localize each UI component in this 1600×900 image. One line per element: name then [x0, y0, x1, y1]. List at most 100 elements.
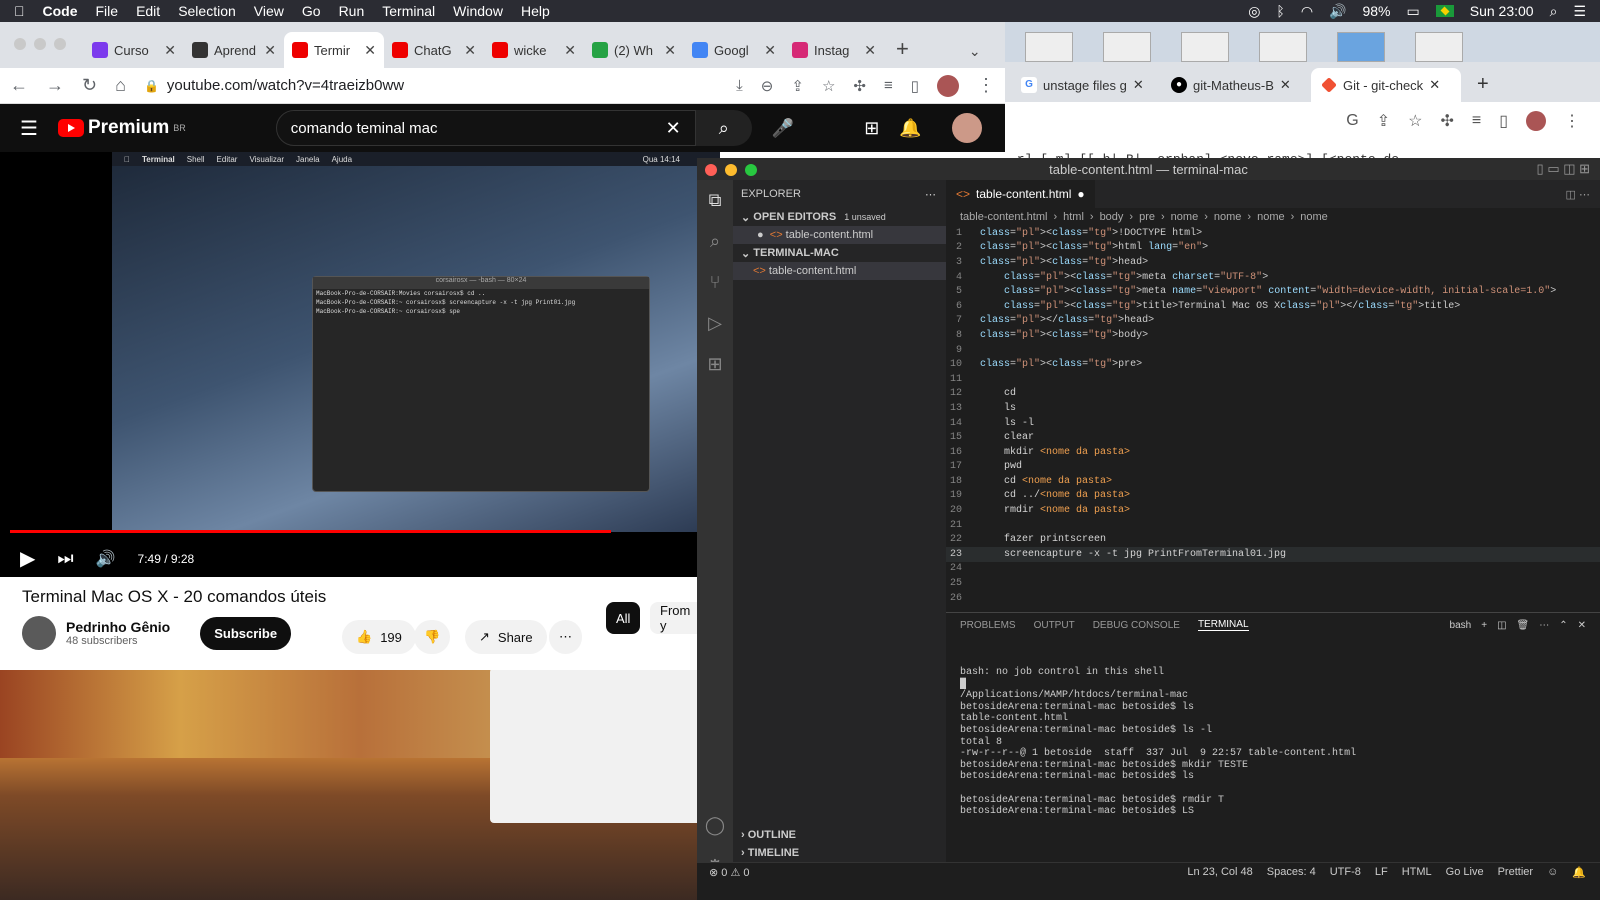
tab-search-icon[interactable]: ⌄: [969, 43, 981, 60]
menu-run[interactable]: Run: [339, 3, 365, 19]
thumbnail[interactable]: [1025, 32, 1073, 62]
forward-icon[interactable]: →: [46, 75, 64, 96]
tab-debug-console[interactable]: DEBUG CONSOLE: [1093, 620, 1180, 631]
flag-icon[interactable]: [1435, 5, 1454, 17]
file-tree-item[interactable]: <> table-content.html: [733, 262, 946, 280]
share-icon[interactable]: ⇪: [791, 77, 804, 95]
code-line[interactable]: 25: [946, 576, 1600, 591]
language-mode[interactable]: HTML: [1402, 866, 1432, 879]
close-icon[interactable]: ✕: [1429, 77, 1440, 93]
menu-app[interactable]: Code: [43, 3, 78, 19]
warnings-icon[interactable]: ⚠: [727, 866, 743, 879]
code-line[interactable]: 14 ls -l: [946, 416, 1600, 431]
code-editor[interactable]: 1 class="pl"><class="tg">!DOCTYPE html> 2 c…: [946, 226, 1600, 605]
menubar-clock[interactable]: Sun 23:00: [1470, 3, 1534, 19]
warning-count[interactable]: 0: [743, 867, 749, 879]
address-bar[interactable]: 🔒 youtube.com/watch?v=4traeizb0ww: [144, 77, 718, 94]
youtube-logo[interactable]: Premium BR: [57, 117, 186, 139]
menu-icon[interactable]: ⋮: [977, 75, 995, 96]
profile-avatar[interactable]: [1526, 111, 1546, 131]
code-line[interactable]: 8 class="pl"><class="tg">body>: [946, 328, 1600, 343]
code-line[interactable]: 15 clear: [946, 430, 1600, 445]
trash-icon[interactable]: 🗑: [1517, 620, 1530, 631]
volume-icon[interactable]: 🔊: [1329, 3, 1346, 20]
reload-icon[interactable]: ↻: [82, 75, 97, 96]
minimize-window-button[interactable]: [34, 38, 46, 50]
spotlight-icon[interactable]: ⌕: [1550, 3, 1558, 20]
breadcrumb-item[interactable]: pre: [1139, 211, 1155, 223]
minimize-window-button[interactable]: [725, 164, 737, 176]
maximize-panel-icon[interactable]: ⌃: [1559, 620, 1567, 631]
close-panel-icon[interactable]: ✕: [1578, 620, 1586, 631]
more-actions-button[interactable]: ⋯: [549, 620, 582, 654]
tab-output[interactable]: OUTPUT: [1034, 620, 1075, 631]
thumbnail[interactable]: [1415, 32, 1463, 62]
errors-icon[interactable]: ⊗: [709, 866, 721, 879]
code-line[interactable]: 23 screencapture -x -t jpg PrintFromTerm…: [946, 547, 1600, 562]
tab-problems[interactable]: PROBLEMS: [960, 620, 1016, 631]
split-terminal-icon[interactable]: ◫: [1497, 620, 1506, 631]
next-icon[interactable]: ⏭: [57, 548, 73, 569]
browser-tab[interactable]: Googl ✕: [684, 32, 784, 68]
menu-view[interactable]: View: [254, 3, 284, 19]
close-icon[interactable]: ✕: [264, 42, 276, 59]
close-icon[interactable]: ✕: [764, 42, 776, 59]
run-debug-icon[interactable]: ▷: [708, 313, 722, 334]
chip-all[interactable]: All: [606, 602, 641, 634]
notifications-icon[interactable]: 🔔: [899, 118, 921, 139]
zoom-window-button[interactable]: [745, 164, 757, 176]
menu-window[interactable]: Window: [453, 3, 503, 19]
control-center-icon[interactable]: ☰: [1573, 3, 1586, 20]
thumbnail[interactable]: [1181, 32, 1229, 62]
feedback-icon[interactable]: ☺: [1547, 866, 1558, 879]
breadcrumb-item[interactable]: body: [1100, 211, 1124, 223]
breadcrumb-item[interactable]: nome: [1257, 211, 1285, 223]
share-icon[interactable]: ⇪: [1377, 111, 1390, 131]
notifications-icon[interactable]: 🔔: [1572, 866, 1586, 879]
menu-edit[interactable]: Edit: [136, 3, 160, 19]
code-line[interactable]: 16 mkdir <nome da pasta>: [946, 445, 1600, 460]
code-line[interactable]: 1 class="pl"><class="tg">!DOCTYPE html>: [946, 226, 1600, 241]
breadcrumb-item[interactable]: nome: [1171, 211, 1199, 223]
code-line[interactable]: 18 cd <nome da pasta>: [946, 474, 1600, 489]
breadcrumb-item[interactable]: table-content.html: [960, 211, 1047, 223]
code-line[interactable]: 20 rmdir <nome da pasta>: [946, 503, 1600, 518]
close-icon[interactable]: ✕: [864, 42, 876, 59]
channel-avatar[interactable]: [22, 616, 56, 650]
code-line[interactable]: 12 cd: [946, 387, 1600, 402]
encoding[interactable]: UTF-8: [1330, 866, 1361, 879]
volume-icon[interactable]: 🔊: [96, 549, 116, 569]
chrome2-tab[interactable]: Gunstage files g ✕: [1011, 68, 1161, 102]
explorer-icon[interactable]: ⧉: [709, 190, 722, 211]
apple-icon[interactable]: : [14, 3, 25, 19]
add-terminal-icon[interactable]: +: [1481, 620, 1487, 631]
browser-tab[interactable]: ChatG ✕: [384, 32, 484, 68]
account-avatar[interactable]: [951, 113, 982, 143]
timeline-section[interactable]: › TIMELINE: [733, 844, 799, 862]
new-tab-icon[interactable]: +: [1477, 73, 1489, 96]
menu-go[interactable]: Go: [302, 3, 321, 19]
code-line[interactable]: 7 class="pl"></class="tg">head>: [946, 314, 1600, 329]
close-icon[interactable]: ✕: [564, 42, 576, 59]
close-icon[interactable]: ✕: [164, 42, 176, 59]
code-line[interactable]: 3 class="pl"><class="tg">head>: [946, 255, 1600, 270]
search-icon[interactable]: ⌕: [710, 231, 720, 252]
home-icon[interactable]: ⌂: [115, 75, 126, 96]
open-editor-item[interactable]: ● <> table-content.html: [733, 226, 946, 244]
dislike-button[interactable]: 👎: [414, 620, 451, 654]
back-icon[interactable]: ←: [10, 75, 28, 96]
thumbnail[interactable]: [1259, 32, 1307, 62]
voice-search-icon[interactable]: 🎤: [772, 118, 794, 139]
sidepanel-icon[interactable]: ▯: [911, 77, 919, 95]
close-window-button[interactable]: [14, 38, 26, 50]
search-input[interactable]: comando teminal mac ✕: [275, 110, 696, 146]
create-icon[interactable]: ⊞: [864, 118, 879, 139]
dirty-dot-icon[interactable]: ●: [1077, 187, 1084, 201]
browser-tab[interactable]: Aprend ✕: [184, 32, 284, 68]
code-line[interactable]: 5 class="pl"><class="tg">meta name="view…: [946, 284, 1600, 299]
bluetooth-icon[interactable]: ᛒ: [1276, 3, 1284, 19]
reading-list-icon[interactable]: ≡: [884, 77, 893, 94]
tab-terminal[interactable]: TERMINAL: [1197, 619, 1249, 631]
subscribe-button[interactable]: Subscribe: [200, 616, 292, 650]
browser-tab[interactable]: Instag ✕: [784, 32, 884, 68]
